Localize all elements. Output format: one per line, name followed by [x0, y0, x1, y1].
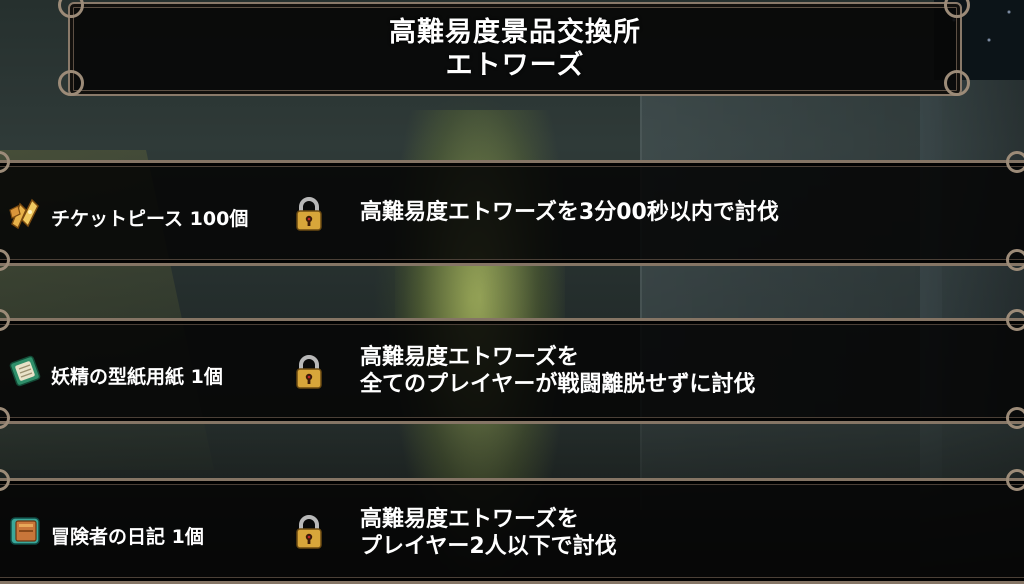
frame-line [0, 417, 1024, 418]
title-panel: 高難易度景品交換所 エトワーズ [68, 2, 962, 96]
frame-ornament [1006, 407, 1024, 429]
condition-text-line-1: 高難易度エトワーズを [360, 507, 579, 532]
reward-item-name: 冒険者の日記 1個 [51, 526, 204, 548]
frame-line [0, 577, 1024, 578]
frame-line [0, 324, 1024, 325]
lock-icon [294, 196, 324, 232]
fairy-pattern-paper-icon [8, 354, 42, 388]
frame-ornament [1006, 151, 1024, 173]
reward-row[interactable]: 妖精の型紙用紙 1個 高難易度エトワーズを 全てのプレイヤーが戦闘離脱せずに討伐 [0, 309, 1024, 429]
condition-text-line-2: プレイヤー2人以下で討伐 [360, 534, 617, 559]
reward-row[interactable]: チケットピース 100個 高難易度エトワーズを3分00秒以内で討伐 [0, 151, 1024, 271]
title-line-2: エトワーズ [445, 50, 585, 81]
frame-ornament [1006, 249, 1024, 271]
frame-line [0, 259, 1024, 260]
condition-text-line-2: 全てのプレイヤーが戦闘離脱せずに討伐 [360, 372, 756, 397]
reward-item-name: チケットピース 100個 [51, 208, 249, 230]
frame-ornament [58, 70, 84, 96]
lock-icon [294, 514, 324, 550]
reward-item-name: 妖精の型紙用紙 1個 [51, 366, 223, 388]
frame-line [0, 484, 1024, 485]
reward-row[interactable]: 冒険者の日記 1個 高難易度エトワーズを プレイヤー2人以下で討伐 [0, 469, 1024, 584]
frame-ornament [1006, 309, 1024, 331]
frame-ornament [944, 70, 970, 96]
adventurer-diary-icon [8, 514, 42, 548]
ticket-piece-icon [8, 196, 42, 230]
frame-line [0, 166, 1024, 167]
lock-icon [294, 354, 324, 390]
title-line-1: 高難易度景品交換所 [389, 17, 641, 48]
condition-text: 高難易度エトワーズを3分00秒以内で討伐 [360, 200, 779, 225]
frame-ornament [1006, 469, 1024, 491]
condition-text-line-1: 高難易度エトワーズを [360, 345, 579, 370]
